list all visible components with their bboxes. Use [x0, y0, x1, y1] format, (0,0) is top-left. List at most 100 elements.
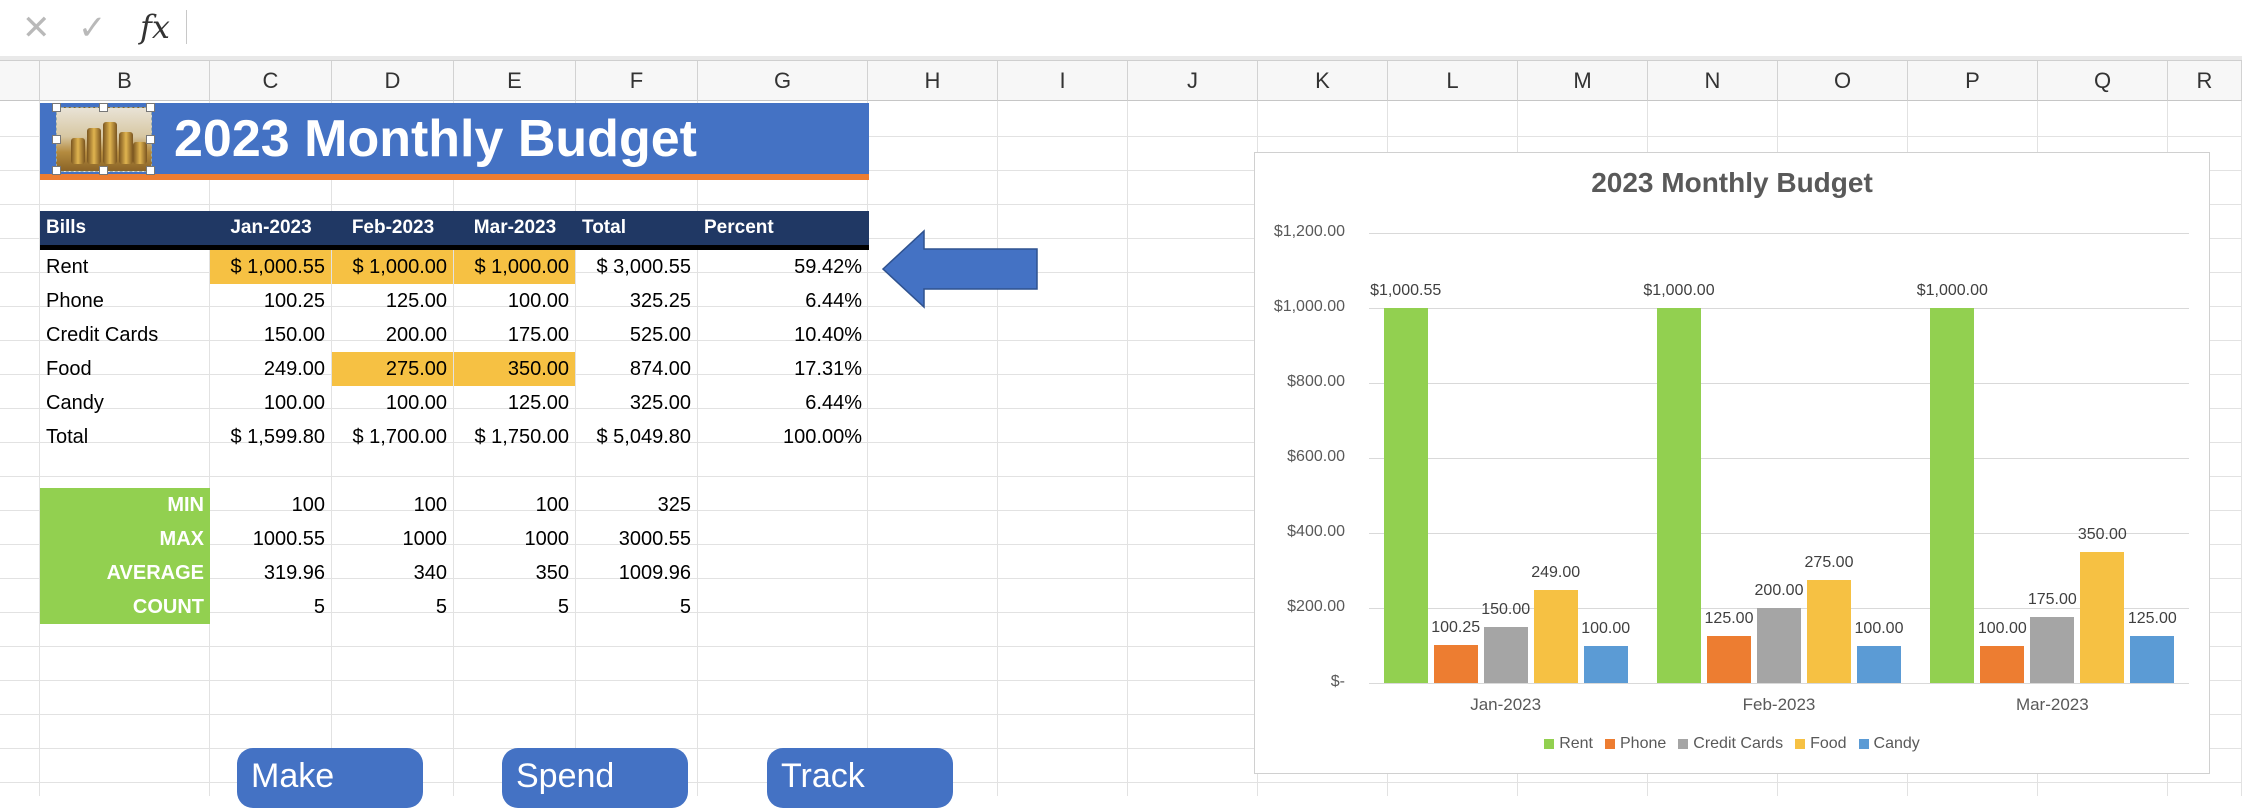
column-header[interactable]: O	[1778, 61, 1908, 101]
row-label[interactable]: Candy	[40, 386, 210, 420]
resize-handle[interactable]	[52, 135, 61, 144]
bar-candy[interactable]	[1857, 645, 1901, 683]
table-cell[interactable]: 10.40%	[698, 318, 868, 352]
column-header[interactable]: H	[868, 61, 998, 101]
left-arrow-shape[interactable]	[882, 229, 1042, 309]
column-header[interactable]: Q	[2038, 61, 2168, 101]
resize-handle[interactable]	[146, 135, 155, 144]
table-cell[interactable]: 100.00	[210, 386, 331, 420]
bar-phone[interactable]	[1980, 645, 2025, 683]
legend-item[interactable]: Rent	[1544, 735, 1593, 753]
table-cell[interactable]: 525.00	[576, 318, 697, 352]
stat-cell[interactable]: 5	[210, 590, 331, 624]
table-cell[interactable]: 350.00	[454, 352, 575, 386]
table-header-cell[interactable]: Percent	[698, 211, 869, 245]
table-cell[interactable]: 325.25	[576, 284, 697, 318]
check-icon[interactable]: ✓	[78, 10, 107, 46]
table-cell[interactable]: 17.31%	[698, 352, 868, 386]
legend-item[interactable]: Credit Cards	[1678, 735, 1783, 753]
table-cell[interactable]: 100.00	[332, 386, 453, 420]
table-cell[interactable]: 59.42%	[698, 250, 868, 284]
table-header-cell[interactable]: Feb-2023	[332, 211, 454, 245]
table-header-cell[interactable]: Bills	[40, 211, 210, 245]
stat-cell[interactable]: 325	[576, 488, 697, 522]
stat-cell[interactable]: 5	[332, 590, 453, 624]
column-header[interactable]: J	[1128, 61, 1258, 101]
column-header[interactable]: F	[576, 61, 698, 101]
table-cell[interactable]: $ 1,750.00	[454, 420, 575, 454]
stat-cell[interactable]: 1000.55	[210, 522, 331, 556]
bar-credit-cards[interactable]	[2030, 617, 2075, 683]
row-label[interactable]: Phone	[40, 284, 210, 318]
table-cell[interactable]: $ 1,000.00	[454, 250, 575, 284]
table-cell[interactable]: 874.00	[576, 352, 697, 386]
row-label[interactable]: Total	[40, 420, 210, 454]
macro-button-make[interactable]: Make	[237, 748, 423, 808]
column-header[interactable]: K	[1258, 61, 1388, 101]
stat-label[interactable]: COUNT	[40, 590, 210, 624]
close-icon[interactable]: ✕	[22, 10, 51, 46]
stat-cell[interactable]: 5	[454, 590, 575, 624]
macro-button-spend[interactable]: Spend	[502, 748, 688, 808]
stat-cell[interactable]: 1009.96	[576, 556, 697, 590]
table-cell[interactable]: 175.00	[454, 318, 575, 352]
legend-item[interactable]: Phone	[1605, 735, 1666, 753]
column-header[interactable]: L	[1388, 61, 1518, 101]
legend-item[interactable]: Food	[1795, 735, 1847, 753]
resize-handle[interactable]	[99, 103, 108, 112]
column-header[interactable]: D	[332, 61, 454, 101]
column-header[interactable]: G	[698, 61, 868, 101]
stat-cell[interactable]: 1000	[332, 522, 453, 556]
column-header[interactable]: R	[2168, 61, 2242, 101]
stat-cell[interactable]: 1000	[454, 522, 575, 556]
stat-cell[interactable]: 100	[332, 488, 453, 522]
resize-handle[interactable]	[99, 166, 108, 175]
coins-image[interactable]	[52, 103, 155, 175]
table-header-cell[interactable]: Mar-2023	[454, 211, 576, 245]
row-label[interactable]: Rent	[40, 250, 210, 284]
table-cell[interactable]: $ 1,000.00	[332, 250, 453, 284]
bar-candy[interactable]	[1583, 645, 1628, 683]
table-cell[interactable]: 100.25	[210, 284, 331, 318]
table-cell[interactable]: 200.00	[332, 318, 453, 352]
row-label[interactable]: Credit Cards	[40, 318, 210, 352]
bar-candy[interactable]	[2130, 636, 2175, 683]
legend-item[interactable]: Candy	[1858, 735, 1920, 753]
table-cell[interactable]: 100.00%	[698, 420, 868, 454]
stat-cell[interactable]: 100	[454, 488, 575, 522]
resize-handle[interactable]	[146, 103, 155, 112]
column-header[interactable]: P	[1908, 61, 2038, 101]
column-header[interactable]: C	[210, 61, 332, 101]
table-cell[interactable]: 275.00	[332, 352, 453, 386]
fx-icon[interactable]: fx	[140, 8, 170, 46]
table-header-cell[interactable]: Total	[576, 211, 698, 245]
column-header[interactable]	[0, 61, 40, 101]
stat-label[interactable]: MIN	[40, 488, 210, 522]
row-label[interactable]: Food	[40, 352, 210, 386]
table-cell[interactable]: 325.00	[576, 386, 697, 420]
bar-credit-cards[interactable]	[1757, 608, 1801, 683]
stat-label[interactable]: AVERAGE	[40, 556, 210, 590]
bar-phone[interactable]	[1433, 645, 1478, 683]
stat-label[interactable]: MAX	[40, 522, 210, 556]
table-cell[interactable]: 6.44%	[698, 386, 868, 420]
table-cell[interactable]: 249.00	[210, 352, 331, 386]
table-cell[interactable]: $ 1,000.55	[210, 250, 331, 284]
table-cell[interactable]: $ 1,599.80	[210, 420, 331, 454]
resize-handle[interactable]	[146, 166, 155, 175]
table-cell[interactable]: $ 1,700.00	[332, 420, 453, 454]
page-title[interactable]: 2023 Monthly Budget	[174, 109, 697, 169]
column-header[interactable]: M	[1518, 61, 1648, 101]
column-header[interactable]: B	[40, 61, 210, 101]
table-cell[interactable]: 100.00	[454, 284, 575, 318]
stat-cell[interactable]: 100	[210, 488, 331, 522]
table-header-cell[interactable]: Jan-2023	[210, 211, 332, 245]
bar-phone[interactable]	[1707, 636, 1751, 683]
bar-credit-cards[interactable]	[1483, 626, 1528, 683]
column-header[interactable]: E	[454, 61, 576, 101]
resize-handle[interactable]	[52, 166, 61, 175]
resize-handle[interactable]	[52, 103, 61, 112]
table-cell[interactable]: 150.00	[210, 318, 331, 352]
table-cell[interactable]: 125.00	[332, 284, 453, 318]
stat-cell[interactable]: 350	[454, 556, 575, 590]
